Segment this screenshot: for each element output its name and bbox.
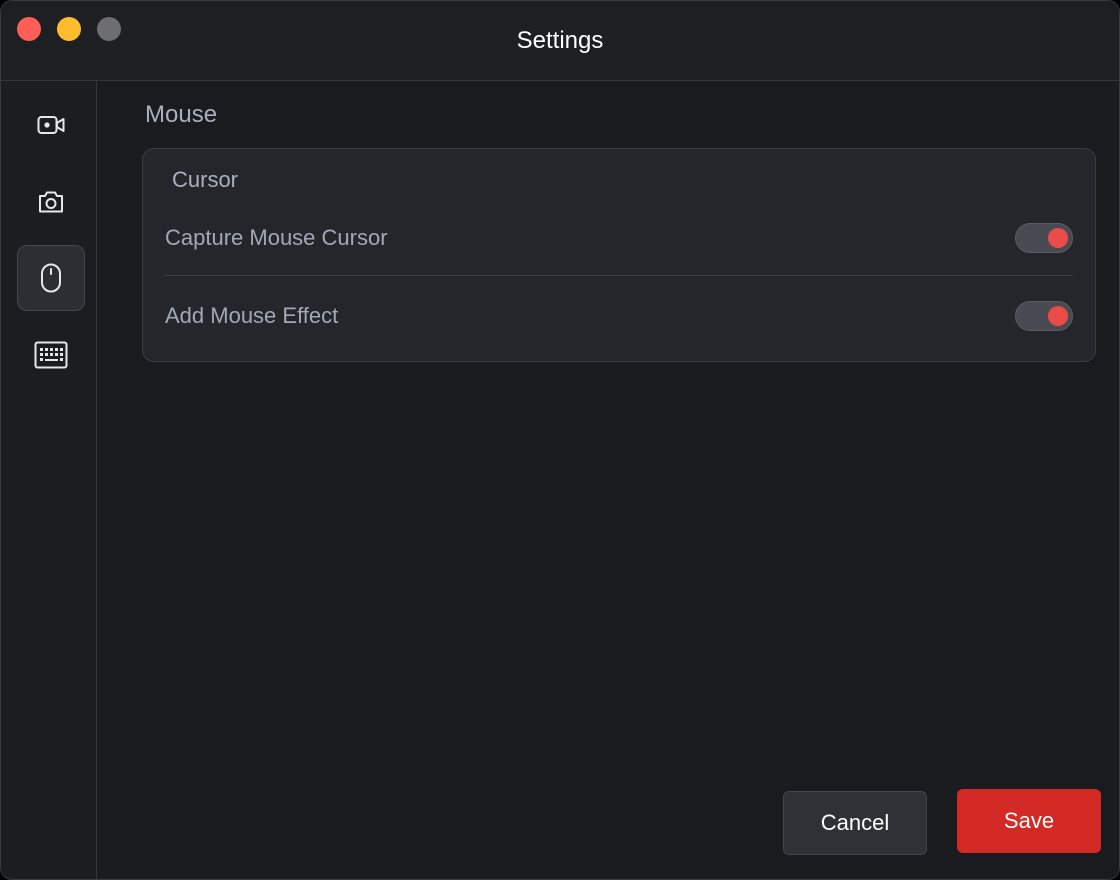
window-title: Settings (516, 27, 604, 54)
keyboard-icon (34, 341, 68, 369)
panel-title: Cursor (172, 167, 239, 192)
toggle-knob (1048, 306, 1068, 326)
cursor-settings-panel: Cursor Capture Mouse Cursor Add Mouse Ef… (142, 148, 1096, 362)
save-button[interactable]: Save (957, 789, 1101, 853)
camera-icon (37, 189, 65, 215)
capture-mouse-cursor-toggle[interactable] (1015, 223, 1073, 253)
sidebar-item-mouse[interactable] (17, 245, 85, 311)
toggle-knob (1048, 228, 1068, 248)
capture-mouse-cursor-label: Capture Mouse Cursor (165, 225, 388, 250)
add-mouse-effect-row: Add Mouse Effect (165, 301, 1073, 331)
mouse-icon (40, 263, 62, 293)
row-divider (165, 275, 1073, 276)
video-camera-icon (37, 114, 65, 136)
settings-window: Settings Mouse Cursor Capture Mouse Curs… (0, 0, 1120, 880)
add-mouse-effect-label: Add Mouse Effect (165, 303, 339, 328)
title-bar: Settings (1, 1, 1119, 81)
add-mouse-effect-toggle[interactable] (1015, 301, 1073, 331)
section-title: Mouse (145, 101, 218, 128)
sidebar-item-screenshot[interactable] (17, 169, 85, 235)
capture-mouse-cursor-row: Capture Mouse Cursor (165, 223, 1073, 253)
settings-content: Mouse Cursor Capture Mouse Cursor Add Mo… (97, 81, 1119, 879)
sidebar-item-keyboard[interactable] (17, 322, 85, 388)
settings-sidebar (1, 81, 97, 879)
cancel-button[interactable]: Cancel (783, 791, 927, 855)
sidebar-item-video[interactable] (17, 92, 85, 158)
